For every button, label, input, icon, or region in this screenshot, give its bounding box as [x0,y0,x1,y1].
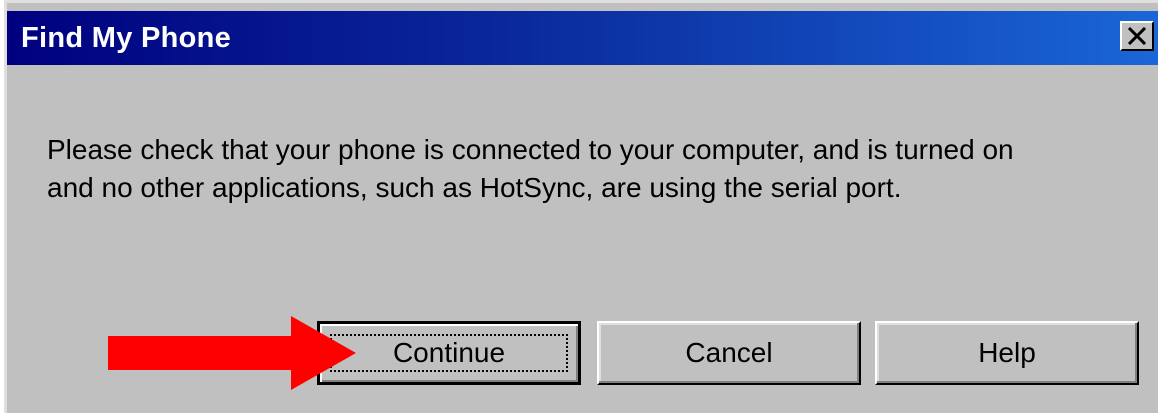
help-button[interactable]: Help [875,321,1139,385]
close-button[interactable] [1120,21,1154,51]
cancel-button-label: Cancel [685,337,773,368]
window-title: Find My Phone [21,22,232,54]
dialog-message: Please check that your phone is connecte… [47,131,1127,207]
message-line-2: and no other applications, such as HotSy… [47,172,902,203]
title-bar[interactable]: Find My Phone [7,11,1158,67]
message-line-1: Please check that your phone is connecte… [47,134,1014,165]
continue-button-label: Continue [392,337,506,368]
red-arrow-icon [108,316,356,390]
cancel-button[interactable]: Cancel [597,321,861,385]
help-button-label: Help [978,337,1036,368]
close-x-icon [1127,27,1147,45]
